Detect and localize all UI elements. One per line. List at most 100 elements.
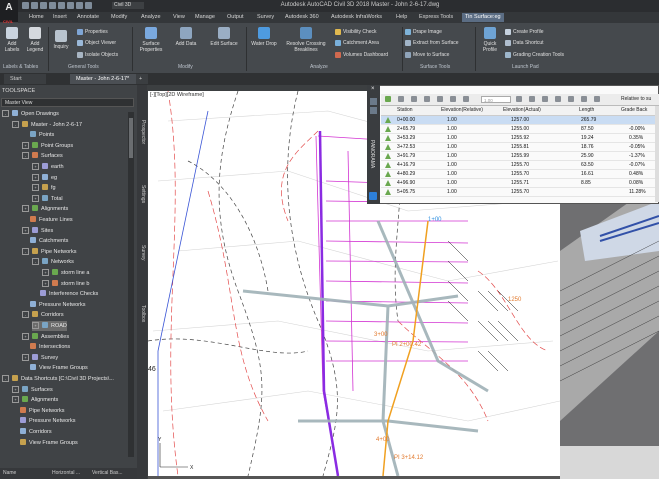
raise-lower-icon[interactable]	[516, 96, 522, 102]
expand-icon[interactable]: +	[32, 322, 39, 329]
panel-launch-pad[interactable]: Launch Pad	[512, 64, 539, 70]
expand-icon[interactable]: +	[22, 332, 29, 340]
col-length[interactable]: Length	[579, 107, 594, 113]
table-cell[interactable]: 0.35%	[629, 135, 643, 141]
expand-icon[interactable]: +	[32, 184, 39, 192]
doc-tab-master[interactable]: Master - John 2-6-17*	[70, 74, 140, 84]
collapse-icon[interactable]: -	[12, 120, 19, 128]
panel-labels-tables[interactable]: Labels & Tables	[3, 64, 38, 70]
tree-item[interactable]: - Data Shortcuts [C:\Civil 3D Projects\..…	[2, 374, 114, 384]
table-row[interactable]: 3+91.79 1.00 1255.99 25.90 -1.37%	[381, 152, 659, 161]
col-name[interactable]: Name	[3, 470, 16, 476]
isolate-objects-button[interactable]: Isolate Objects	[77, 50, 118, 59]
add-labels-button[interactable]: Add Labels	[3, 27, 21, 53]
tab-view[interactable]: View	[170, 13, 188, 22]
table-cell[interactable]: -0.05%	[629, 144, 645, 150]
drape-image-button[interactable]: Drape Image	[405, 27, 442, 36]
tree-item[interactable]: Pipe Networks	[12, 406, 64, 416]
tree-item[interactable]: - Pipe Networks	[22, 247, 76, 257]
expand-icon[interactable]: +	[22, 226, 29, 234]
quick-profile-button[interactable]: Quick Profile	[478, 27, 502, 53]
tree-item[interactable]: Corridors	[12, 427, 52, 437]
table-row[interactable]: 5+05.75 1.00 1255.70 11.28%	[381, 188, 659, 197]
table-cell[interactable]: -0.00%	[629, 126, 645, 132]
inquiry-button[interactable]: Inquiry	[50, 30, 72, 50]
vtab-survey[interactable]: Survey	[138, 245, 146, 261]
tree-item[interactable]: - Surfaces	[22, 151, 63, 161]
tree-item[interactable]: + Total	[32, 194, 63, 204]
tree-item[interactable]: + eg	[32, 173, 57, 183]
table-cell[interactable]: 1.00	[447, 162, 457, 168]
expand-icon[interactable]: +	[42, 269, 49, 276]
edit-surface-button[interactable]: Edit Surface	[206, 27, 242, 47]
autohide-icon[interactable]	[370, 98, 377, 105]
add-legend-button[interactable]: Add Legend	[25, 27, 45, 53]
vtab-toolbox[interactable]: Toolbox	[138, 305, 146, 322]
tab-express-tools[interactable]: Express Tools	[416, 13, 456, 22]
table-cell[interactable]: 87.50	[581, 126, 594, 132]
table-cell[interactable]: 1255.70	[511, 162, 529, 168]
open-icon[interactable]	[31, 2, 38, 9]
table-row[interactable]: 0+00.00 1.00 1257.00 265.79	[381, 116, 659, 125]
tab-tin-surface[interactable]: Tin Surface:eg	[462, 13, 504, 22]
table-cell[interactable]: 25.90	[581, 153, 594, 159]
table-cell[interactable]: 5+05.75	[397, 189, 415, 195]
table-cell[interactable]: 1.00	[447, 171, 457, 177]
tree-item[interactable]: + Surfaces	[12, 385, 53, 395]
tree-item[interactable]: + Assemblies	[22, 332, 69, 342]
table-cell[interactable]: 3+72.53	[397, 144, 415, 150]
tab-more[interactable]	[516, 13, 532, 22]
doc-tab-start[interactable]: Start	[4, 74, 46, 84]
catchment-area-button[interactable]: Catchment Area	[335, 38, 379, 47]
panorama-scrollbar[interactable]	[655, 106, 659, 202]
table-cell[interactable]: 1.00	[447, 135, 457, 141]
table-cell[interactable]: 3+91.79	[397, 153, 415, 159]
move-to-surface-button[interactable]: Move to Surface	[405, 50, 449, 59]
add-data-button[interactable]: Add Data	[172, 27, 200, 47]
table-cell[interactable]: 3+53.29	[397, 135, 415, 141]
table-row[interactable]: 4+16.79 1.00 1255.70 63.50 -0.07%	[381, 161, 659, 170]
col-station[interactable]: Station	[397, 107, 413, 113]
tab-home[interactable]: Home	[26, 13, 47, 22]
vtab-prospector[interactable]: Prospector	[138, 120, 146, 144]
col-vertical[interactable]: Vertical Bas...	[92, 470, 123, 476]
properties-icon[interactable]	[370, 107, 377, 114]
tree-item[interactable]: Pressure Networks	[22, 300, 85, 310]
table-cell[interactable]: 1257.00	[511, 117, 529, 123]
save-icon[interactable]	[40, 2, 47, 9]
col-elev-rel[interactable]: Elevation(Relative)	[441, 107, 483, 113]
previous-icon[interactable]	[437, 96, 443, 102]
table-cell[interactable]: 2+65.79	[397, 126, 415, 132]
table-row[interactable]: 3+72.53 1.00 1255.81 18.76 -0.05%	[381, 143, 659, 152]
tree-item[interactable]: Points	[22, 130, 54, 140]
undo-icon[interactable]	[67, 2, 74, 9]
table-cell[interactable]: 1255.70	[511, 189, 529, 195]
visibility-check-button[interactable]: Visibility Check	[335, 27, 377, 36]
table-cell[interactable]: 0.48%	[629, 171, 643, 177]
workspace-select[interactable]: Civil 3D	[112, 2, 144, 9]
panel-modify[interactable]: Modify	[178, 64, 193, 70]
table-cell[interactable]: 1.00	[447, 153, 457, 159]
tree-item[interactable]: - Corridors	[22, 310, 64, 320]
table-row[interactable]: 4+80.29 1.00 1255.70 16.61 0.48%	[381, 170, 659, 179]
tree-item[interactable]: - Networks	[32, 257, 74, 267]
tree-item[interactable]: + Alignments	[12, 395, 58, 405]
viewport-controls[interactable]: [-][Top][2D Wireframe]	[150, 92, 204, 98]
tree-item[interactable]: View Frame Groups	[12, 438, 78, 448]
properties-button[interactable]: Properties	[77, 27, 108, 36]
table-cell[interactable]: 1255.71	[511, 180, 529, 186]
edit-icon[interactable]	[542, 96, 548, 102]
table-cell[interactable]: 63.50	[581, 162, 594, 168]
print-icon[interactable]	[58, 2, 65, 9]
tab-manage[interactable]: Manage	[192, 13, 218, 22]
table-cell[interactable]: 1.00	[447, 117, 457, 123]
table-cell[interactable]: -0.07%	[629, 162, 645, 168]
col-elev-actual[interactable]: Elevation(Actual)	[503, 107, 541, 113]
col-grade-back[interactable]: Grade Back	[621, 107, 647, 113]
export-icon[interactable]	[594, 96, 600, 102]
table-cell[interactable]: 19.24	[581, 135, 594, 141]
object-viewer-button[interactable]: Object Viewer	[77, 38, 116, 47]
tree-item[interactable]: + fg	[32, 183, 56, 193]
app-logo[interactable]: A CIVIL	[0, 0, 18, 24]
tab-modify[interactable]: Modify	[108, 13, 130, 22]
